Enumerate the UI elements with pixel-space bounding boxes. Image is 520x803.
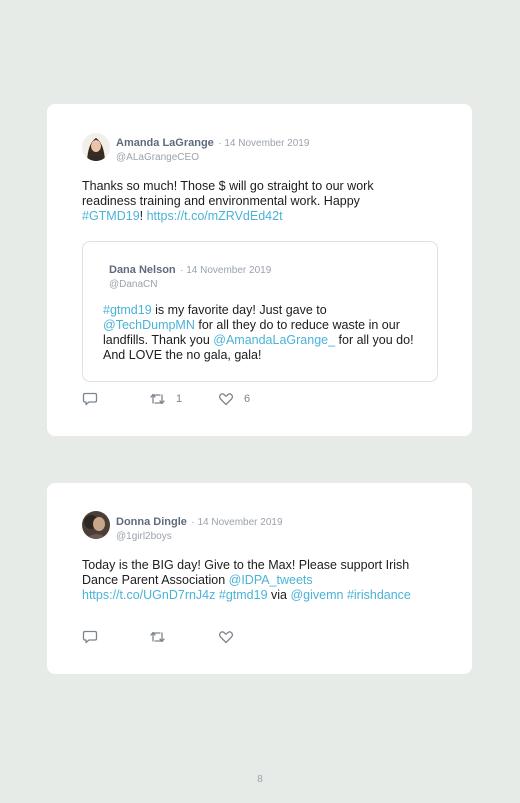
quoted-author-handle[interactable]: @DanaCN — [109, 279, 271, 290]
like-button[interactable] — [218, 630, 234, 644]
hashtag-link[interactable]: #irishdance — [347, 588, 411, 602]
url-link[interactable]: https://t.co/UGnD7rnJ4z — [82, 588, 215, 602]
quoted-author-name[interactable]: Dana Nelson — [109, 264, 176, 276]
reply-icon — [82, 630, 98, 644]
heart-icon — [218, 393, 234, 406]
author-handle[interactable]: @1girl2boys — [116, 531, 283, 542]
retweet-button[interactable] — [149, 630, 166, 644]
page-number: 8 — [257, 774, 263, 785]
hashtag-link[interactable]: #gtmd19 — [103, 303, 152, 317]
tweet-text-segment: via — [267, 588, 291, 602]
tweet-text-segment: Thanks so much! Those $ will go straight… — [82, 179, 374, 208]
mention-link[interactable]: @AmandaLaGrange_ — [213, 333, 335, 347]
like-count: 6 — [244, 393, 251, 405]
tweet-header: Amanda LaGrange · 14 November 2019 @ALaG… — [116, 133, 309, 163]
hashtag-link[interactable]: #GTMD19 — [82, 209, 140, 223]
mention-link[interactable]: @TechDumpMN — [103, 318, 195, 332]
reply-icon — [82, 392, 98, 406]
avatar[interactable] — [82, 133, 110, 161]
retweet-icon — [150, 393, 165, 405]
like-button[interactable]: 6 — [218, 392, 250, 406]
author-name[interactable]: Amanda LaGrange — [116, 137, 214, 149]
hashtag-link[interactable]: #gtmd19 — [219, 588, 268, 602]
tweet-card: Donna Dingle · 14 November 2019 @1girl2b… — [47, 483, 472, 674]
tweet-date[interactable]: · 14 November 2019 — [218, 138, 309, 149]
quoted-tweet[interactable]: Dana Nelson · 14 November 2019 @DanaCN #… — [82, 241, 438, 382]
tweet-text: Thanks so much! Those $ will go straight… — [82, 179, 422, 224]
retweet-count: 1 — [176, 393, 183, 405]
tweet-text-segment: is my favorite day! Just gave to — [151, 303, 327, 317]
quoted-tweet-text: #gtmd19 is my favorite day! Just gave to… — [103, 303, 418, 363]
mention-link[interactable]: @givemn — [290, 588, 343, 602]
retweet-button[interactable]: 1 — [149, 392, 182, 406]
author-handle[interactable]: @ALaGrangeCEO — [116, 152, 309, 163]
quoted-tweet-header: Dana Nelson · 14 November 2019 @DanaCN — [109, 260, 271, 290]
heart-icon — [218, 631, 234, 644]
url-link[interactable]: https://t.co/mZRVdEd42t — [147, 209, 283, 223]
reply-button[interactable] — [82, 630, 98, 644]
tweet-header: Donna Dingle · 14 November 2019 @1girl2b… — [116, 512, 283, 542]
tweet-text-segment: ! — [139, 209, 147, 223]
retweet-icon — [150, 631, 165, 643]
author-name[interactable]: Donna Dingle — [116, 516, 187, 528]
tweet-date[interactable]: · 14 November 2019 — [191, 517, 282, 528]
avatar[interactable] — [82, 511, 110, 539]
quoted-tweet-date: · 14 November 2019 — [180, 265, 272, 276]
tweet-text: Today is the BIG day! Give to the Max! P… — [82, 558, 442, 603]
reply-button[interactable] — [82, 392, 98, 406]
mention-link[interactable]: @IDPA_tweets — [229, 573, 313, 587]
tweet-card: Amanda LaGrange · 14 November 2019 @ALaG… — [47, 104, 472, 436]
